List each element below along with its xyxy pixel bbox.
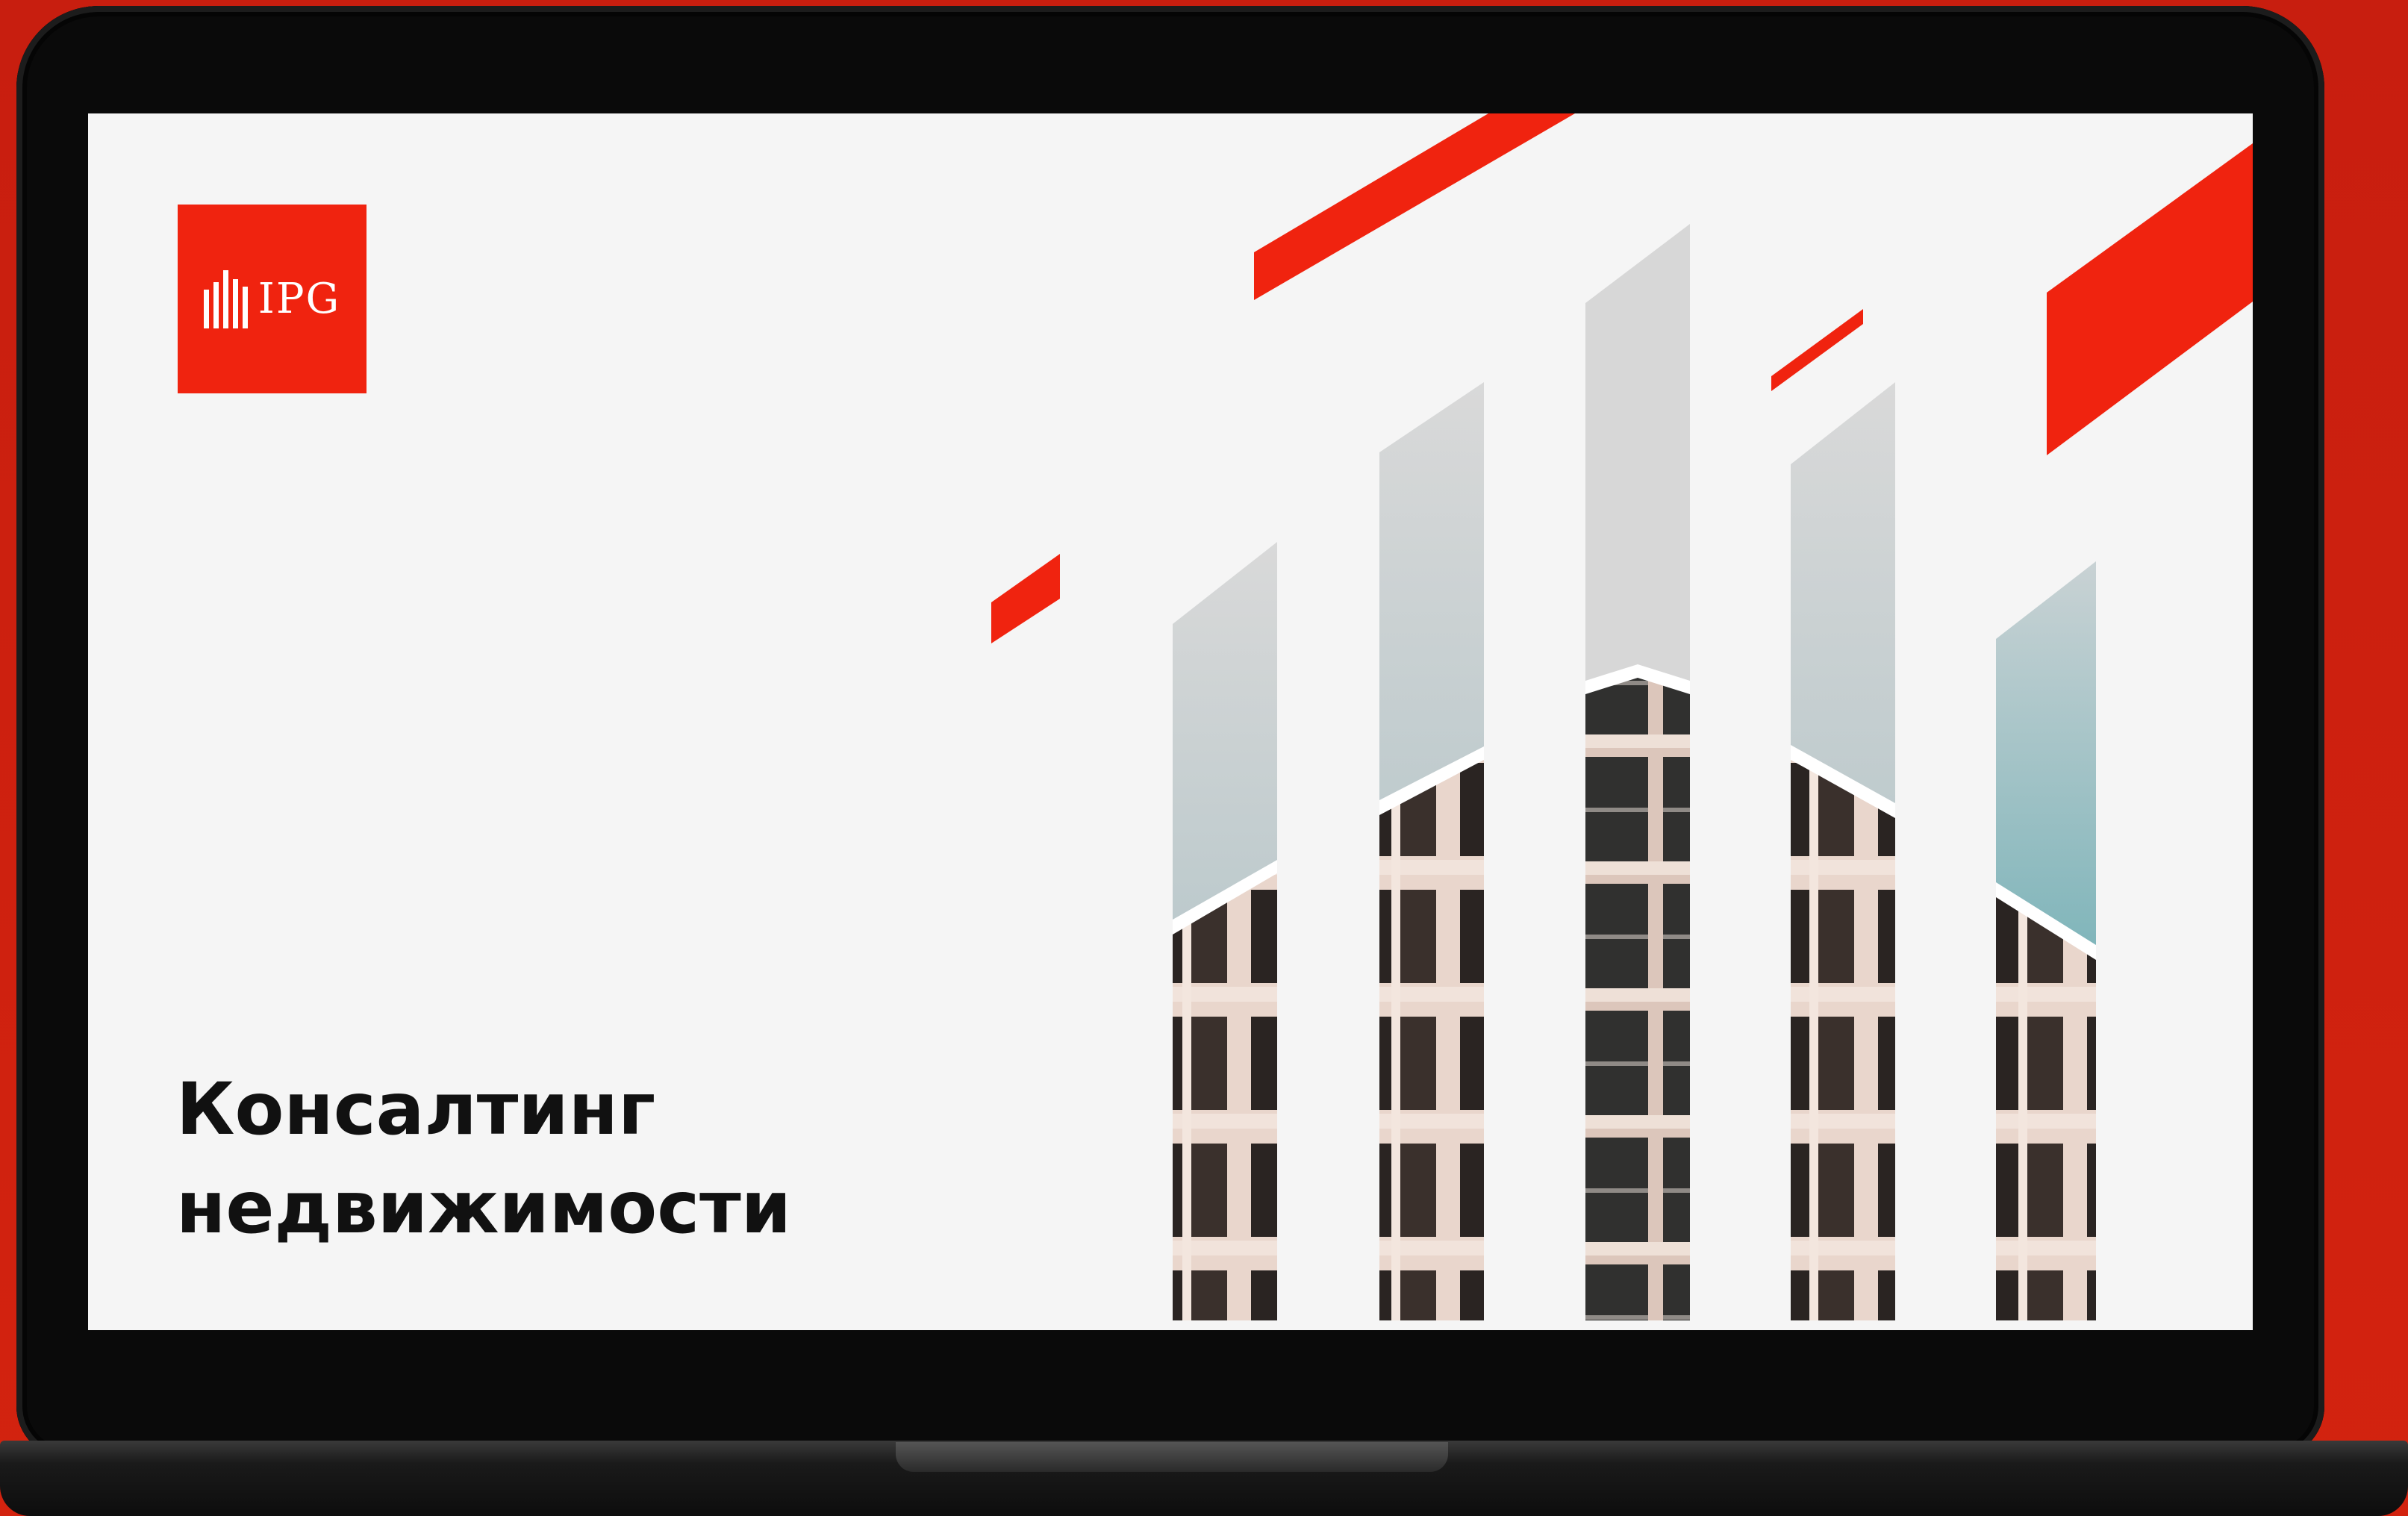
building-strip-1 [1173, 542, 1277, 1320]
building-strip-5 [1996, 561, 2096, 1320]
accent-bar-4 [2047, 143, 2253, 455]
slide-headline: Консалтинг недвижимости [176, 1060, 848, 1257]
accent-bar-2 [991, 554, 1060, 643]
laptop-opening-notch [896, 1442, 1448, 1472]
laptop-screen: IPG Консалтинг недвижимости [88, 113, 2253, 1330]
building-strip-4 [1791, 382, 1895, 1320]
logo-building-mark [203, 269, 248, 328]
accent-bar-3 [1771, 309, 1863, 391]
building-strip-2 [1379, 382, 1484, 1320]
logo-text: IPG [258, 274, 341, 323]
building-strip-3 [1585, 224, 1690, 1320]
headline-line-1: Консалтинг [176, 1067, 656, 1151]
headline-line-2: недвижимости [176, 1166, 792, 1250]
accent-bar-1 [1254, 113, 1575, 300]
ipg-logo-icon: IPG [178, 205, 366, 393]
